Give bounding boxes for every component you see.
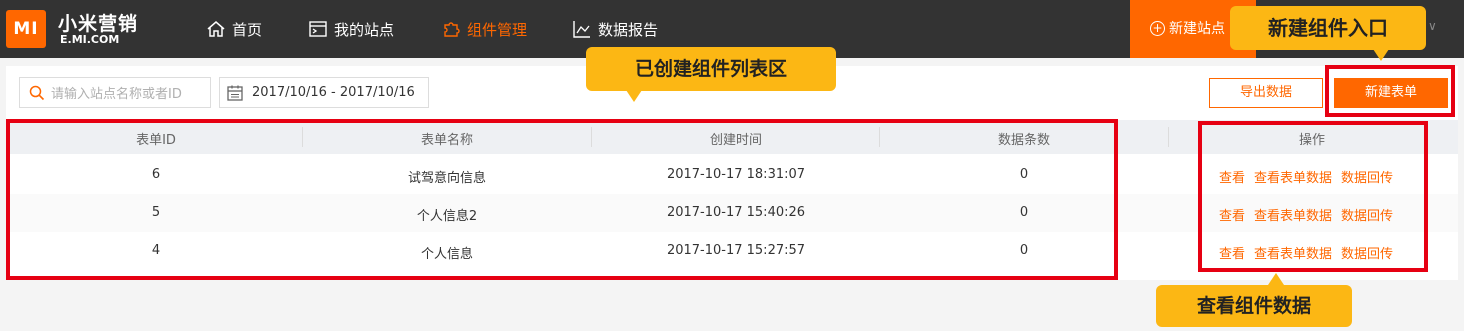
puzzle-icon: [444, 22, 460, 37]
nav-home[interactable]: 首页: [206, 17, 262, 41]
nav-data-report[interactable]: 数据报告: [572, 17, 658, 41]
search-placeholder: 请输入站点名称或者ID: [51, 87, 182, 102]
new-site-button[interactable]: + 新建站点: [1150, 18, 1225, 38]
new-form-highlight: [1325, 65, 1455, 117]
chevron-down-icon[interactable]: ∨: [1428, 19, 1437, 33]
calendar-icon: [227, 85, 243, 101]
date-range-picker[interactable]: 2017/10/16 - 2017/10/16: [219, 77, 429, 108]
nav-my-sites[interactable]: 我的站点: [308, 17, 394, 41]
callout-new-entry: 新建组件入口: [1230, 6, 1426, 50]
callout-view-data: 查看组件数据: [1156, 285, 1352, 327]
date-range-value: 2017/10/16 - 2017/10/16: [252, 85, 415, 100]
actions-highlight: [1198, 121, 1428, 272]
list-area-highlight: [6, 119, 1118, 280]
search-icon: [29, 85, 45, 100]
nav-component-manage[interactable]: 组件管理: [441, 17, 527, 41]
plus-circle-icon: +: [1150, 20, 1165, 36]
nav-my-sites-label: 我的站点: [334, 20, 395, 39]
nav-component-manage-label: 组件管理: [467, 20, 528, 39]
site-terminal-icon: [309, 21, 327, 37]
brand-name-cn: 小米营销: [58, 13, 139, 35]
mi-logo[interactable]: MI: [6, 10, 46, 48]
callout-pointer: [1373, 49, 1389, 61]
callout-pointer: [1268, 273, 1284, 285]
chart-icon: [573, 21, 590, 38]
column-divider: [1168, 127, 1169, 147]
nav-home-label: 首页: [232, 20, 263, 39]
new-site-label: 新建站点: [1169, 21, 1225, 37]
search-input[interactable]: 请输入站点名称或者ID: [19, 77, 211, 108]
export-data-button[interactable]: 导出数据: [1209, 78, 1323, 108]
brand-name-en: E.MI.COM: [60, 33, 120, 46]
nav-data-report-label: 数据报告: [598, 20, 659, 39]
home-icon: [207, 21, 225, 37]
callout-pointer: [626, 90, 642, 102]
callout-list-area: 已创建组件列表区: [586, 47, 836, 91]
